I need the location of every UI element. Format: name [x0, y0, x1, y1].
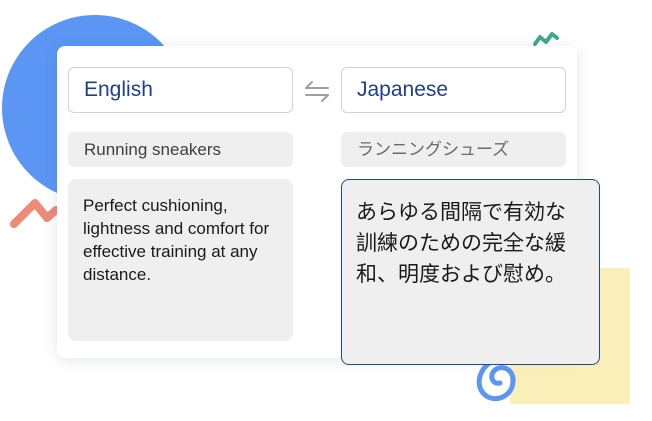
swap-arrows-icon[interactable]	[303, 79, 331, 103]
source-text-area[interactable]: Perfect cushioning, lightness and comfor…	[68, 179, 293, 341]
decorative-teal-zigzag	[533, 32, 559, 46]
target-text-area[interactable]: あらゆる間隔で有効な訓練のための完全な緩和、明度および慰め。	[341, 179, 600, 365]
source-phrase-label: Running sneakers	[68, 132, 293, 167]
decorative-blue-spiral	[476, 358, 516, 402]
decorative-coral-zigzag	[10, 199, 60, 228]
target-language-select[interactable]: Japanese	[341, 67, 566, 113]
source-language-select[interactable]: English	[68, 67, 293, 113]
target-phrase-label: ランニングシューズ	[341, 132, 566, 167]
